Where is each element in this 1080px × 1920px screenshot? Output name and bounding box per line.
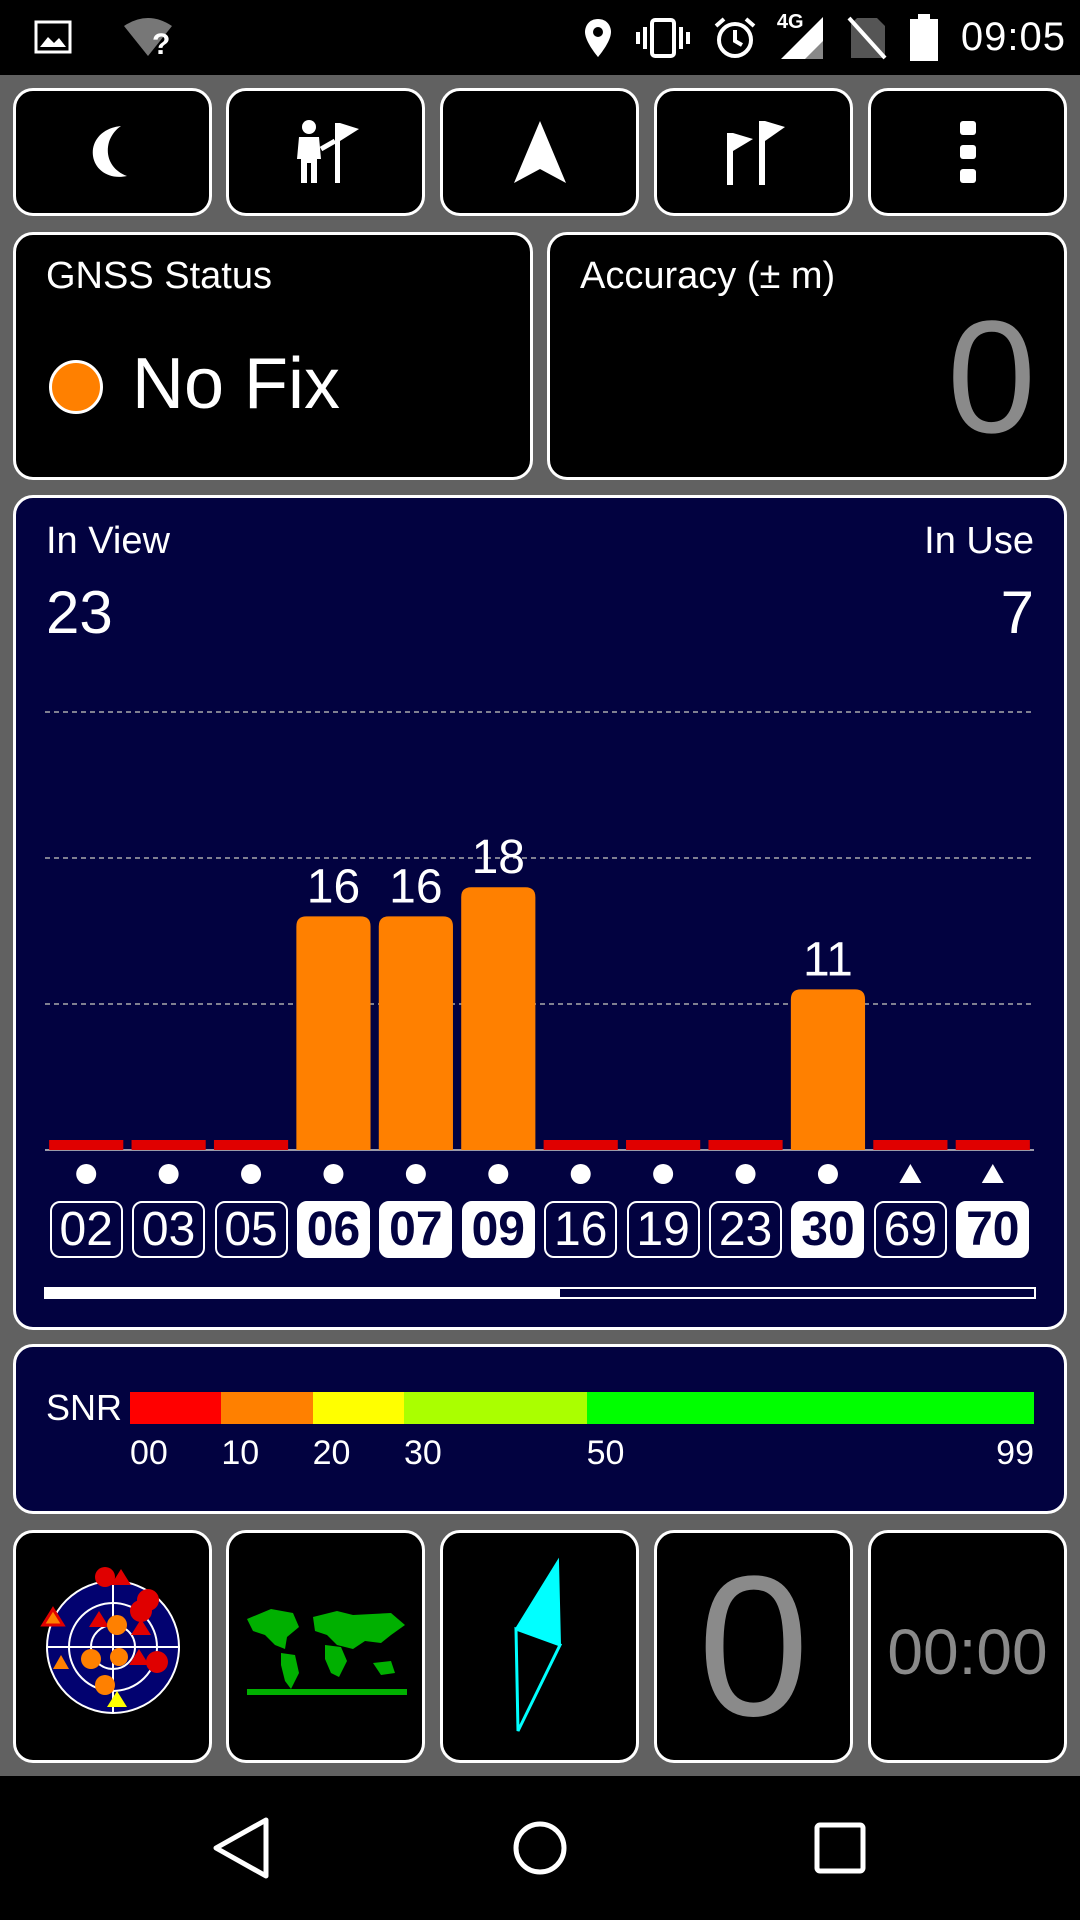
snr-value-09: 18 <box>472 831 525 884</box>
navigation-bar <box>0 1776 1080 1920</box>
snr-bar-06 <box>296 916 371 1150</box>
satellite-id-23[interactable]: 23 <box>709 1201 783 1258</box>
snr-bar-02 <box>49 1140 124 1150</box>
world-map-icon <box>246 1608 407 1695</box>
snr-tick-00: 00 <box>130 1434 168 1472</box>
satellite-marker-23 <box>735 1164 756 1184</box>
snr-legend-panel: SNR <box>13 1344 1067 1514</box>
satellite-marker-09 <box>488 1164 509 1184</box>
snr-label: SNR <box>46 1387 123 1428</box>
speed-tile[interactable]: 0 <box>654 1530 853 1763</box>
timer-value: 00:00 <box>887 1616 1048 1688</box>
snr-tick-50: 50 <box>586 1434 625 1472</box>
satellite-marker-06 <box>323 1164 344 1184</box>
back-icon[interactable] <box>210 1816 272 1880</box>
compass-icon <box>513 1557 562 1732</box>
snr-bar-09 <box>461 887 536 1150</box>
snr-bar-70 <box>955 1140 1030 1150</box>
home-icon[interactable] <box>512 1816 568 1880</box>
satellite-id-07[interactable]: 07 <box>379 1201 453 1258</box>
sky-plot-icon <box>39 1566 180 1714</box>
satellite-id-16[interactable]: 16 <box>544 1201 618 1258</box>
satellite-id-02[interactable]: 02 <box>49 1201 123 1258</box>
satellite-id-06[interactable]: 06 <box>296 1201 370 1258</box>
recents-icon[interactable] <box>812 1816 868 1880</box>
snr-bar-30 <box>790 989 866 1150</box>
snr-bar-23 <box>708 1140 783 1150</box>
snr-bar-05 <box>213 1140 289 1150</box>
satellite-snr-chart: 16 16 18 11 <box>45 711 1034 1184</box>
satellite-marker-19 <box>653 1164 674 1184</box>
satellite-marker-05 <box>241 1164 262 1184</box>
satellite-marker-30 <box>817 1164 838 1184</box>
snr-tick-30: 30 <box>403 1434 442 1472</box>
satellite-marker-03 <box>158 1164 179 1184</box>
chart-scrollbar-thumb[interactable] <box>46 1289 560 1297</box>
snr-tick-99: 99 <box>996 1434 1034 1472</box>
timer-tile[interactable]: 00:00 <box>868 1530 1067 1763</box>
snr-color-scale <box>130 1392 1034 1424</box>
satellite-id-05[interactable]: 05 <box>214 1201 288 1258</box>
snr-bar-16 <box>543 1140 618 1150</box>
chart-scrollbar[interactable] <box>44 1287 1036 1299</box>
satellite-id-03[interactable]: 03 <box>132 1201 206 1258</box>
snr-bar-69 <box>873 1140 948 1150</box>
satellite-marker-69 <box>899 1164 922 1183</box>
snr-value-30: 11 <box>803 933 853 986</box>
snr-segment-30-50 <box>403 1392 587 1424</box>
snr-segment-20-30 <box>312 1392 404 1424</box>
snr-bar-19 <box>626 1140 701 1150</box>
satellite-marker-07 <box>405 1164 426 1184</box>
satellite-id-30[interactable]: 30 <box>791 1201 865 1258</box>
speed-value: 0 <box>697 1535 810 1758</box>
satellite-id-09[interactable]: 09 <box>461 1201 535 1258</box>
snr-value-06: 16 <box>307 860 360 913</box>
snr-segment-10-20 <box>221 1392 313 1424</box>
snr-tick-10: 10 <box>221 1434 260 1472</box>
snr-tick-20: 20 <box>312 1434 351 1472</box>
satellite-marker-02 <box>76 1164 97 1184</box>
satellite-marker-70 <box>981 1164 1004 1183</box>
snr-segment-50-99 <box>586 1392 1034 1424</box>
compass-tile[interactable] <box>440 1530 639 1763</box>
satellite-id-69[interactable]: 69 <box>873 1201 947 1258</box>
snr-segment-0-10 <box>130 1392 222 1424</box>
sky-plot-tile[interactable] <box>13 1530 212 1763</box>
satellite-marker-16 <box>570 1164 591 1184</box>
satellite-id-70[interactable]: 70 <box>956 1201 1030 1258</box>
snr-bar-03 <box>131 1140 206 1150</box>
snr-value-07: 16 <box>389 860 442 913</box>
world-map-tile[interactable] <box>226 1530 425 1763</box>
satellite-id-19[interactable]: 19 <box>626 1201 700 1258</box>
snr-bar-07 <box>378 916 453 1150</box>
